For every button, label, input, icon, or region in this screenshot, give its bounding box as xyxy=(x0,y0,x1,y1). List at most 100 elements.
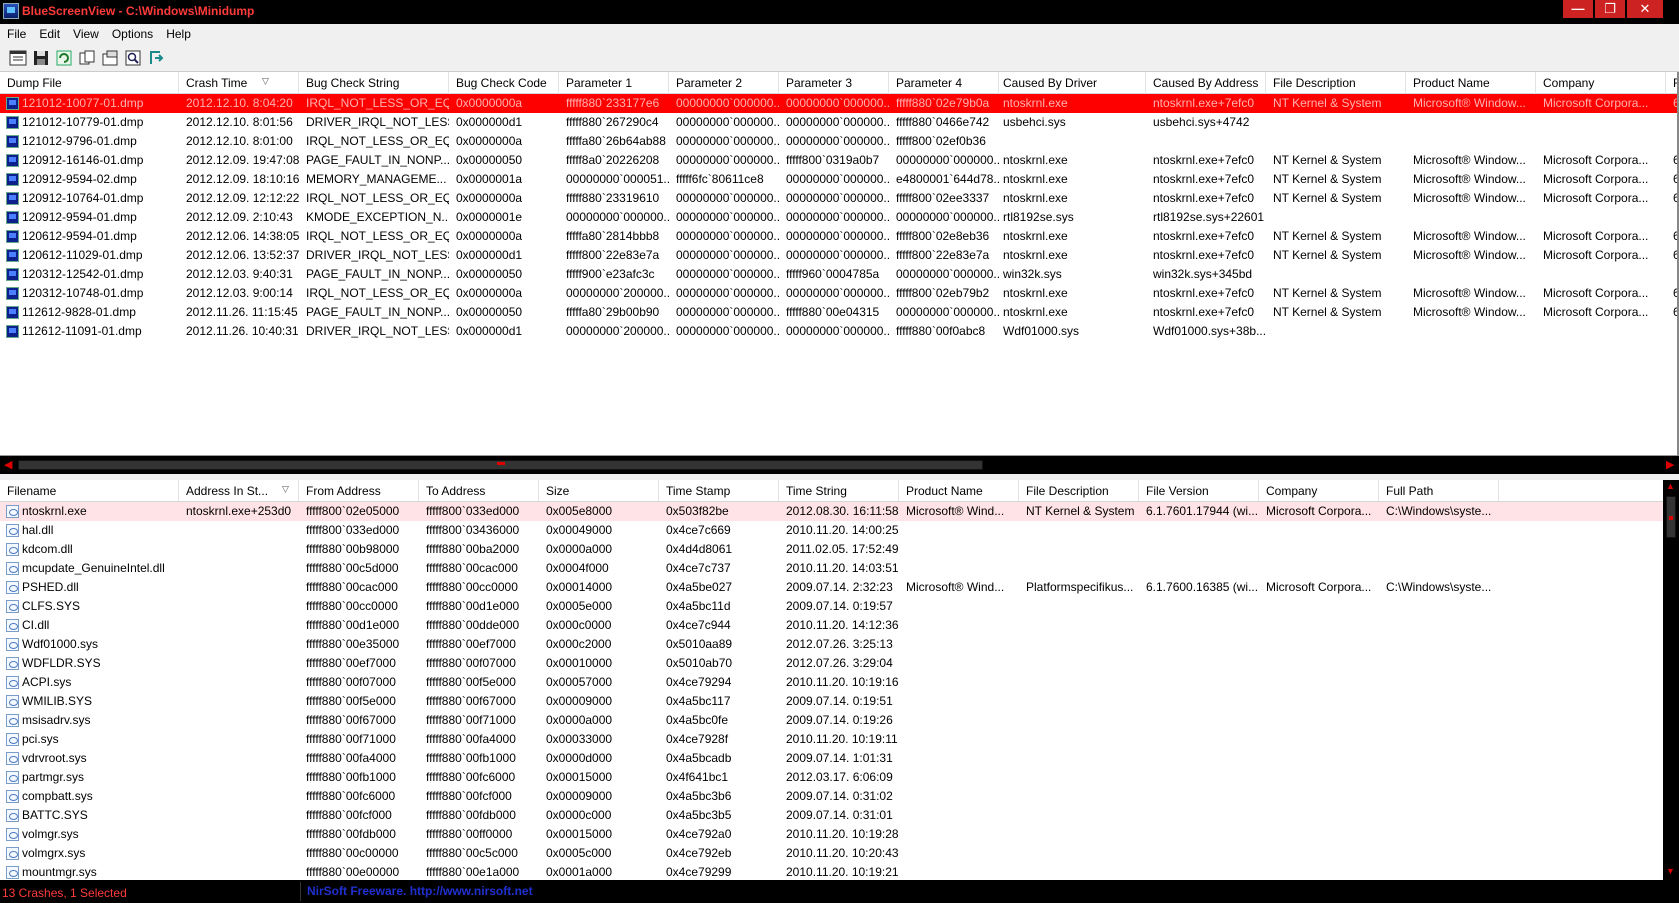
module-row[interactable]: BATTC.SYS fffff880`00fcf000 fffff880`00fdb… xyxy=(0,806,1679,825)
dump-row[interactable]: 120612-9594-01.dmp 2012.12.06. 14:38:05 IR… xyxy=(0,227,1679,246)
column-header-full-path[interactable]: Full Path xyxy=(1379,480,1499,502)
minimize-button[interactable]: — xyxy=(1563,0,1593,18)
column-header-to-address[interactable]: To Address xyxy=(419,480,539,502)
cell-parameter-2: 00000000`000000... xyxy=(676,96,779,110)
scroll-down-arrow-icon[interactable]: ▼ xyxy=(1666,866,1675,876)
cell-dump-file: 120912-9594-02.dmp xyxy=(22,172,137,186)
cell-file-description xyxy=(1019,730,1139,749)
column-header-from-address[interactable]: From Address xyxy=(299,480,419,502)
cell-parameter-1: fffff8a0`20226208 xyxy=(566,153,660,167)
module-row[interactable]: WMILIB.SYS fffff880`00f5e000 fffff880`00f6… xyxy=(0,692,1679,711)
html-report-icon[interactable] xyxy=(101,49,119,67)
column-header-caused-by-address[interactable]: Caused By Address xyxy=(1146,72,1266,94)
column-header-time-stamp[interactable]: Time Stamp xyxy=(659,480,779,502)
module-row[interactable]: msisadrv.sys fffff880`00f67000 fffff880`00… xyxy=(0,711,1679,730)
dump-row[interactable]: 120612-11029-01.dmp 2012.12.06. 13:52:37 D… xyxy=(0,246,1679,265)
menu-options[interactable]: Options xyxy=(105,24,159,44)
module-row[interactable]: CI.dll fffff880`00d1e000 fffff880`00dde000… xyxy=(0,616,1679,635)
column-header-company[interactable]: Company xyxy=(1536,72,1666,94)
properties-icon[interactable] xyxy=(9,49,27,67)
module-list-vertical-scrollbar[interactable]: ▲ ▼ xyxy=(1663,480,1679,880)
cell-to-address: fffff880`00fb1000 xyxy=(426,751,516,765)
save-icon[interactable] xyxy=(32,49,50,67)
dump-list[interactable]: Dump File Crash Time Bug Check String Bug C… xyxy=(0,72,1679,456)
dump-row[interactable]: 120312-12542-01.dmp 2012.12.03. 9:40:31 PA… xyxy=(0,265,1679,284)
module-row[interactable]: WDFLDR.SYS fffff880`00ef7000 fffff880`00f0… xyxy=(0,654,1679,673)
cell-bug-check-code: 0x00000050 xyxy=(456,153,523,167)
module-row[interactable]: CLFS.SYS fffff880`00cc0000 fffff880`00d1e0… xyxy=(0,597,1679,616)
cell-filename: compbatt.sys xyxy=(22,789,93,803)
close-button[interactable]: ✕ xyxy=(1627,0,1663,18)
menu-help[interactable]: Help xyxy=(159,24,197,44)
exit-icon[interactable] xyxy=(147,49,165,67)
column-header-dump-file[interactable]: Dump File xyxy=(0,72,179,94)
scroll-right-arrow-icon[interactable]: ▶ xyxy=(1666,458,1674,471)
refresh-icon[interactable] xyxy=(55,49,73,67)
column-header-file-description[interactable]: File Description xyxy=(1019,480,1139,502)
dump-row[interactable]: 120912-9594-02.dmp 2012.12.09. 18:10:16 ME… xyxy=(0,170,1679,189)
column-header-parameter-4[interactable]: Parameter 4 xyxy=(889,72,999,94)
module-row[interactable]: Wdf01000.sys fffff880`00e35000 fffff880`00… xyxy=(0,635,1679,654)
menu-file[interactable]: File xyxy=(0,24,32,44)
module-row[interactable]: PSHED.dll fffff880`00cac000 fffff880`00cc0… xyxy=(0,578,1679,597)
dump-row[interactable]: 112612-9828-01.dmp 2012.11.26. 11:15:45 PA… xyxy=(0,303,1679,322)
dump-row[interactable]: 112612-11091-01.dmp 2012.11.26. 10:40:31 D… xyxy=(0,322,1679,341)
menu-view[interactable]: View xyxy=(66,24,105,44)
cell-full-path xyxy=(1379,673,1499,692)
nirsoft-link[interactable]: NirSoft Freeware. http://www.nirsoft.net xyxy=(307,884,533,898)
scroll-left-arrow-icon[interactable]: ◀ xyxy=(4,458,12,471)
module-row[interactable]: partmgr.sys fffff880`00fb1000 fffff880`00f… xyxy=(0,768,1679,787)
find-icon[interactable] xyxy=(124,49,142,67)
module-list[interactable]: Filename Address In St... From Address To A… xyxy=(0,480,1679,880)
column-header-bug-check-string[interactable]: Bug Check String xyxy=(299,72,449,94)
cell-company xyxy=(1259,616,1379,635)
cell-time-string: 2012.08.30. 16:11:58 xyxy=(786,504,899,518)
module-row[interactable]: hal.dll fffff800`033ed000 fffff800`0343600… xyxy=(0,521,1679,540)
module-row[interactable]: mcupdate_GenuineIntel.dll fffff880`00c5d0… xyxy=(0,559,1679,578)
cell-file-version: 6.1.7601.17944 (wi... xyxy=(1146,504,1259,518)
column-header-parameter-3[interactable]: Parameter 3 xyxy=(779,72,889,94)
scroll-up-arrow-icon[interactable]: ▲ xyxy=(1666,481,1675,491)
module-row[interactable]: mountmgr.sys fffff880`00e00000 fffff880`00… xyxy=(0,863,1679,880)
copy-icon[interactable] xyxy=(78,49,96,67)
module-row[interactable]: vdrvroot.sys fffff880`00fa4000 fffff880`00… xyxy=(0,749,1679,768)
dump-row[interactable]: 121012-9796-01.dmp 2012.12.10. 8:01:00 IRQ… xyxy=(0,132,1679,151)
dump-row[interactable]: 121012-10779-01.dmp 2012.12.10. 8:01:56 DR… xyxy=(0,113,1679,132)
cell-to-address: fffff880`00d1e000 xyxy=(426,599,520,613)
column-header-product-name[interactable]: Product Name xyxy=(1406,72,1536,94)
cell-caused-by-address: ntoskrnl.exe+7efc0 xyxy=(1153,286,1255,300)
cell-file-description xyxy=(1019,711,1139,730)
dump-row[interactable]: 120912-9594-01.dmp 2012.12.09. 2:10:43 KMO… xyxy=(0,208,1679,227)
dump-row[interactable]: 120312-10748-01.dmp 2012.12.03. 9:00:14 IR… xyxy=(0,284,1679,303)
column-header-filename[interactable]: Filename xyxy=(0,480,179,502)
module-row[interactable]: ACPI.sys fffff880`00f07000 fffff880`00f5e0… xyxy=(0,673,1679,692)
module-row[interactable]: kdcom.dll fffff880`00b98000 fffff880`00ba2… xyxy=(0,540,1679,559)
column-header-file-description[interactable]: File Description xyxy=(1266,72,1406,94)
crash-count-status: 13 Crashes, 1 Selected xyxy=(2,886,127,900)
cell-time-stamp: 0x4a5bc3b5 xyxy=(666,808,732,822)
column-header-address-in-st[interactable]: Address In St... xyxy=(179,480,299,502)
dump-row[interactable]: 120912-16146-01.dmp 2012.12.09. 19:47:08 P… xyxy=(0,151,1679,170)
module-row[interactable]: compbatt.sys fffff880`00fc6000 fffff880`00… xyxy=(0,787,1679,806)
cell-time-string: 2011.02.05. 17:52:49 xyxy=(786,542,899,556)
column-header-parameter-1[interactable]: Parameter 1 xyxy=(559,72,669,94)
column-header-bug-check-code[interactable]: Bug Check Code xyxy=(449,72,559,94)
cell-file-description xyxy=(1019,616,1139,635)
column-header-company[interactable]: Company xyxy=(1259,480,1379,502)
dump-row[interactable]: 120912-10764-01.dmp 2012.12.09. 12:12:22 I… xyxy=(0,189,1679,208)
dump-row[interactable]: 121012-10077-01.dmp 2012.12.10. 8:04:20 IR… xyxy=(0,94,1679,113)
column-header-size[interactable]: Size xyxy=(539,480,659,502)
column-header-parameter-2[interactable]: Parameter 2 xyxy=(669,72,779,94)
column-header-file-version[interactable]: File Version xyxy=(1139,480,1259,502)
menu-edit[interactable]: Edit xyxy=(32,24,66,44)
dump-list-horizontal-scrollbar[interactable]: ◀ ▶ xyxy=(0,456,1679,474)
column-header-caused-by-driver[interactable]: Caused By Driver xyxy=(996,72,1146,94)
column-header-crash-time[interactable]: Crash Time xyxy=(179,72,299,94)
module-row[interactable]: ntoskrnl.exe ntoskrnl.exe+253d0 fffff800`0… xyxy=(0,502,1679,521)
module-row[interactable]: volmgr.sys fffff880`00fdb000 fffff880`00ff… xyxy=(0,825,1679,844)
module-row[interactable]: volmgrx.sys fffff880`00c00000 fffff880`00c… xyxy=(0,844,1679,863)
maximize-button[interactable]: ❐ xyxy=(1595,0,1625,18)
module-row[interactable]: pci.sys fffff880`00f71000 fffff880`00fa400… xyxy=(0,730,1679,749)
column-header-time-string[interactable]: Time String xyxy=(779,480,899,502)
column-header-product-name[interactable]: Product Name xyxy=(899,480,1019,502)
